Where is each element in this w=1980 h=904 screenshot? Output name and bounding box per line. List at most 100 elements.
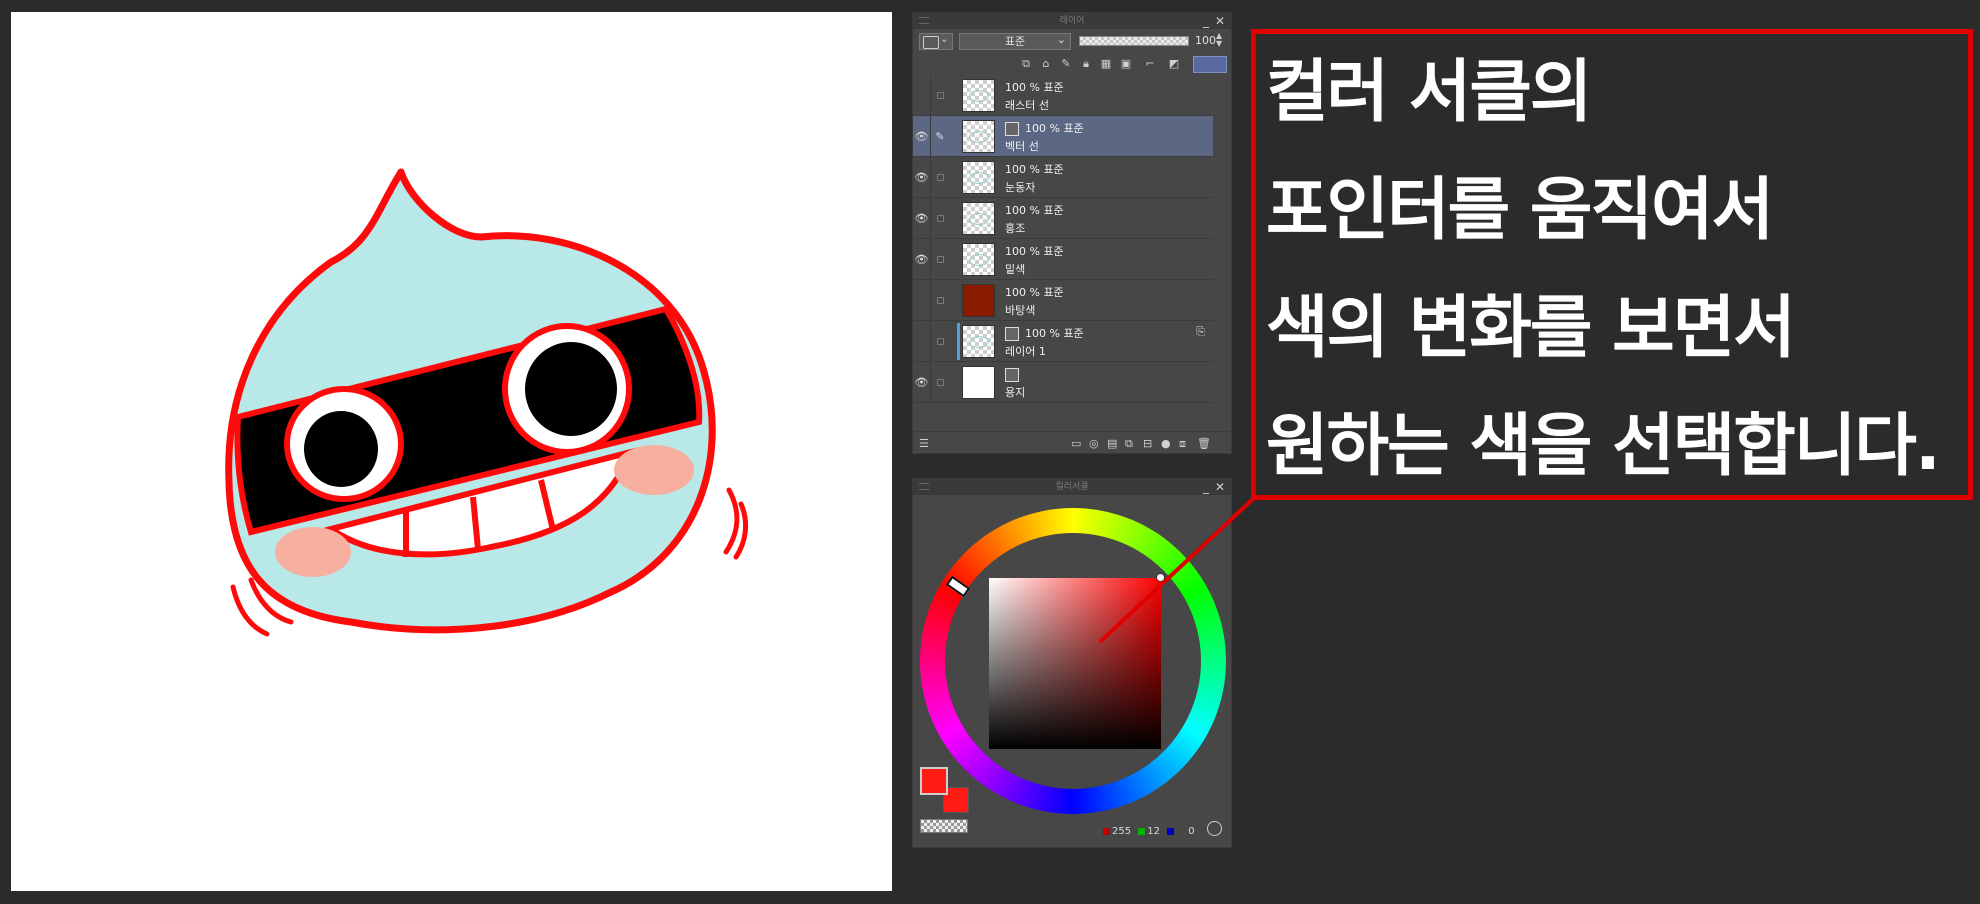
color-panel-titlebar[interactable]: 컬러서클 _ ✕ xyxy=(913,479,1231,495)
layer-name[interactable]: 눈동자 xyxy=(1005,179,1035,195)
eye-icon[interactable] xyxy=(913,280,931,320)
layer-thumbnail xyxy=(962,79,995,112)
annotation-line: 색의 변화를 보면서 xyxy=(1266,289,1796,368)
lock-box-icon[interactable] xyxy=(931,239,949,279)
layer-type-icon xyxy=(1005,327,1019,341)
new-folder-icon[interactable]: ▤ xyxy=(1107,437,1117,450)
transfer-down-icon[interactable]: ⧉ xyxy=(1125,437,1133,451)
close-button[interactable]: ✕ xyxy=(1215,13,1225,29)
layer-row[interactable]: 100 % 표준바탕색 xyxy=(913,280,1213,321)
rgb-readout: 255 12 0 xyxy=(1103,826,1195,837)
annotation-line: 포인터를 움직여서 xyxy=(1266,171,1774,250)
lock-box-icon[interactable] xyxy=(931,75,949,115)
new-vector-icon[interactable]: ◎ xyxy=(1089,437,1099,450)
layer-thumbnail xyxy=(962,161,995,194)
eye-icon[interactable]: 👁︎ xyxy=(913,239,931,279)
layer-name[interactable]: 밑색 xyxy=(1005,261,1025,277)
expression-color-dropdown[interactable] xyxy=(919,32,953,50)
pen-icon[interactable]: ✎ xyxy=(931,116,949,156)
layer-thumbnail xyxy=(962,325,995,358)
chevron-down-icon: ⌄ xyxy=(1056,33,1066,46)
layer-row[interactable]: 👁︎ 100 % 표준홍조 xyxy=(913,198,1213,239)
eye-icon[interactable]: 👁︎ xyxy=(913,362,931,402)
apply-mask-icon[interactable]: ⧈ xyxy=(1179,437,1186,451)
annotation-line: 원하는 색을 선택합니다. xyxy=(1266,407,1941,486)
layer-thumbnail xyxy=(962,120,995,153)
lock-box-icon[interactable] xyxy=(931,157,949,197)
color-pointer[interactable] xyxy=(1156,573,1165,582)
right-pupil xyxy=(525,342,617,436)
reference-layer-icon: ⎘ xyxy=(1196,325,1205,338)
layer-name[interactable]: 용지 xyxy=(1005,384,1025,400)
layer-panel-title: 레이어 xyxy=(1059,16,1085,26)
eye-icon[interactable]: 👁︎ xyxy=(913,157,931,197)
trash-icon[interactable]: 🗑︎ xyxy=(1197,437,1211,450)
layer-menu-icon[interactable]: ☰ xyxy=(919,437,929,450)
lock-box-icon[interactable] xyxy=(931,198,949,238)
layer-name[interactable]: 바탕색 xyxy=(1005,302,1035,318)
transparent-color-swatch[interactable] xyxy=(920,819,968,833)
eye-icon[interactable] xyxy=(913,321,931,361)
combine-icon[interactable]: ⊟ xyxy=(1143,437,1152,450)
drawing-canvas[interactable] xyxy=(11,12,892,891)
grip-icon[interactable] xyxy=(919,17,929,24)
lock-icon[interactable]: 🔒︎ xyxy=(1079,57,1093,71)
blend-mode-select[interactable]: 표준 ⌄ xyxy=(959,33,1071,50)
layer-opacity-mode: 100 % 표준 xyxy=(1005,204,1064,217)
left-pupil xyxy=(304,411,378,487)
close-button[interactable]: ✕ xyxy=(1215,479,1225,495)
blue-value: 0 xyxy=(1188,826,1195,837)
minimize-button[interactable]: _ xyxy=(1203,13,1209,29)
layer-name[interactable]: 레이어 1 xyxy=(1005,343,1046,359)
layer-row[interactable]: 100 % 표준래스터 선 xyxy=(913,75,1213,116)
reference-icon[interactable]: ⌂ xyxy=(1039,57,1053,71)
eye-icon[interactable]: 👁︎ xyxy=(913,116,931,156)
draft-icon[interactable]: ✎ xyxy=(1059,57,1073,71)
ruler-icon[interactable]: ⌐ xyxy=(1143,57,1157,71)
layer-row[interactable]: 👁︎ 100 % 표준 눈동자 xyxy=(913,157,1213,198)
layer-opacity-mode: 100 % 표준 xyxy=(1005,81,1064,94)
clip-icon[interactable]: ⧉ xyxy=(1019,57,1033,71)
opacity-value[interactable]: 100 xyxy=(1195,34,1216,47)
layer-name[interactable]: 벡터 선 xyxy=(1005,138,1039,154)
layer-property-bar: 표준 ⌄ 100 ▲▼ xyxy=(913,29,1231,53)
saturation-value-square[interactable] xyxy=(989,578,1161,749)
layer-row[interactable]: 👁︎ ✎ 100 % 표준 벡터 선 xyxy=(913,116,1213,157)
color-settings-icon[interactable] xyxy=(1207,821,1222,836)
layer-opacity-mode: 100 % 표준 xyxy=(1005,286,1064,299)
layer-opacity-mode: 100 % 표준 xyxy=(1025,327,1084,340)
annotation-line: 컬러 서클의 xyxy=(1266,53,1592,132)
red-value: 255 xyxy=(1112,826,1132,837)
eye-icon[interactable] xyxy=(913,75,931,115)
layer-panel: 레이어 _ ✕ 표준 ⌄ 100 ▲▼ ⧉ ⌂ ✎ 🔒︎ ▦ ▣ ⌐ ◩ 100… xyxy=(912,12,1232,454)
layer-opacity-mode: 100 % 표준 xyxy=(1005,245,1064,258)
layer-thumbnail xyxy=(962,366,995,399)
lock-box-icon[interactable] xyxy=(931,280,949,320)
layer-row[interactable]: 👁︎ 100 % 표준밑색 xyxy=(913,239,1213,280)
lock-box-icon[interactable] xyxy=(931,362,949,402)
eye-icon[interactable]: 👁︎ xyxy=(913,198,931,238)
opacity-slider[interactable] xyxy=(1079,36,1189,46)
layer-row[interactable]: 👁︎ 용지 xyxy=(913,362,1213,403)
layer-icon-toolbar: ⧉ ⌂ ✎ 🔒︎ ▦ ▣ ⌐ ◩ xyxy=(913,53,1231,75)
blend-mode-value: 표준 xyxy=(1004,35,1026,48)
annotation-callout: 컬러 서클의 포인터를 움직여서 색의 변화를 보면서 원하는 색을 선택합니다… xyxy=(1251,29,1973,500)
right-blush xyxy=(614,445,694,495)
color-icon[interactable]: ◩ xyxy=(1167,57,1181,71)
layer-row[interactable]: 100 % 표준레이어 1 ⎘ xyxy=(913,321,1213,362)
lock-box-icon[interactable] xyxy=(931,321,949,361)
add-mask-icon[interactable]: ● xyxy=(1161,437,1171,450)
layer-name[interactable]: 래스터 선 xyxy=(1005,97,1049,113)
layer-name[interactable]: 홍조 xyxy=(1005,220,1025,236)
layer-color-button[interactable] xyxy=(1193,56,1227,73)
layer-panel-titlebar[interactable]: 레이어 _ ✕ xyxy=(913,13,1231,29)
new-raster-icon[interactable]: ▭ xyxy=(1071,437,1081,450)
minimize-button[interactable]: _ xyxy=(1203,479,1209,495)
main-color-swatch[interactable] xyxy=(920,767,948,795)
mask-icon[interactable]: ▣ xyxy=(1119,57,1133,71)
character-illustration xyxy=(225,168,749,637)
lock-transparent-icon[interactable]: ▦ xyxy=(1099,57,1113,71)
layer-list: 100 % 표준 래스터 선 👁︎ ✎ 100 % 표준 벡터 선 👁︎ 100 % 표준 눈동… xyxy=(913,75,1213,403)
grip-icon[interactable] xyxy=(919,483,929,490)
opacity-spinner-icon[interactable]: ▲ ▼ xyxy=(1216,32,1222,48)
